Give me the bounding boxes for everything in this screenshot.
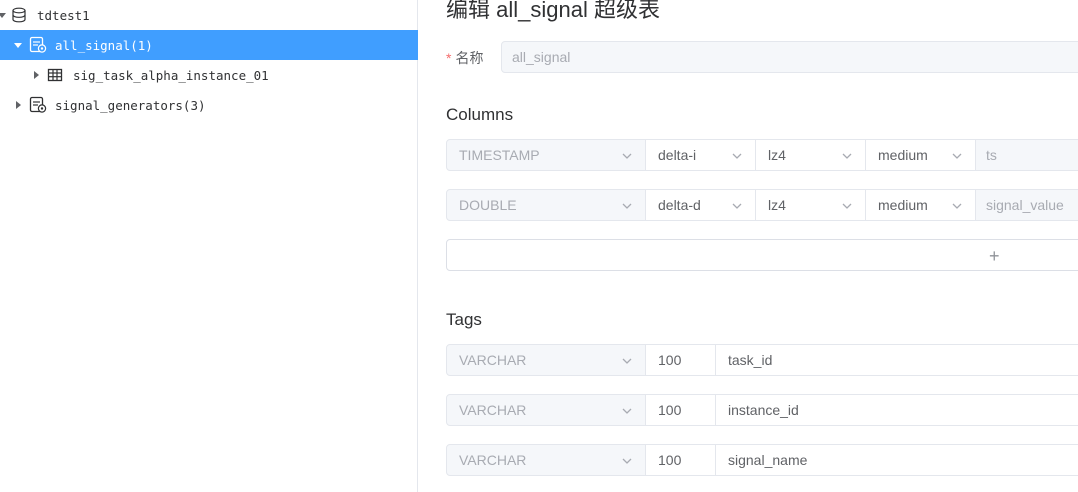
expand-arrow-icon[interactable] — [13, 100, 23, 110]
name-input[interactable]: all_signal — [501, 41, 1078, 73]
chevron-down-icon — [952, 153, 962, 159]
page-title: 编辑 all_signal 超级表 — [446, 0, 660, 22]
name-label-text: 名称 — [455, 50, 484, 66]
column-compress-select[interactable]: lz4 — [755, 189, 866, 221]
chevron-down-icon — [622, 458, 632, 464]
column-type-value: TIMESTAMP — [459, 147, 540, 163]
tag-name-input[interactable]: instance_id — [715, 394, 1078, 426]
column-encode-select[interactable]: delta-d — [645, 189, 756, 221]
column-type-select[interactable]: TIMESTAMP — [446, 139, 646, 171]
tag-type-value: VARCHAR — [459, 452, 527, 468]
tag-name-input[interactable]: signal_name — [715, 444, 1078, 476]
tree-node-label: sig_task_alpha_instance_01 — [73, 67, 269, 83]
column-compress-select[interactable]: lz4 — [755, 139, 866, 171]
tags-heading: Tags — [446, 310, 482, 329]
tag-type-select[interactable]: VARCHAR — [446, 394, 646, 426]
supertable-icon — [29, 36, 47, 54]
tree-node-stable-all-signal[interactable]: all_signal(1) — [0, 30, 418, 60]
database-icon — [11, 6, 29, 24]
tree-node-label: signal_generators(3) — [55, 97, 206, 113]
chevron-down-icon — [842, 153, 852, 159]
tree-node-label: tdtest1 — [37, 7, 90, 23]
expand-arrow-icon[interactable] — [0, 10, 7, 20]
tag-type-select[interactable]: VARCHAR — [446, 344, 646, 376]
chevron-down-icon — [622, 358, 632, 364]
add-column-button[interactable]: + — [446, 239, 1078, 271]
plus-icon: + — [989, 246, 1000, 266]
column-name-input[interactable]: signal_value — [975, 189, 1078, 221]
column-encode-value: delta-i — [658, 147, 697, 163]
chevron-down-icon — [622, 203, 632, 209]
collapse-arrow-icon[interactable] — [13, 40, 23, 50]
tag-length-input[interactable]: 100 — [645, 344, 716, 376]
chevron-down-icon — [732, 153, 742, 159]
tag-length-input[interactable]: 100 — [645, 444, 716, 476]
expand-arrow-icon[interactable] — [31, 70, 41, 80]
tree-node-child-table[interactable]: sig_task_alpha_instance_01 — [0, 60, 418, 90]
chevron-down-icon — [622, 408, 632, 414]
supertable-icon — [29, 96, 47, 114]
column-name-input[interactable]: ts — [975, 139, 1078, 171]
columns-heading: Columns — [446, 105, 514, 124]
column-level-value: medium — [878, 197, 928, 213]
column-compress-value: lz4 — [768, 197, 786, 213]
name-label: * 名称 — [446, 48, 483, 68]
tag-type-select[interactable]: VARCHAR — [446, 444, 646, 476]
chevron-down-icon — [622, 153, 632, 159]
required-mark: * — [446, 50, 452, 66]
column-encode-select[interactable]: delta-i — [645, 139, 756, 171]
column-compress-value: lz4 — [768, 147, 786, 163]
table-icon — [47, 66, 65, 84]
chevron-down-icon — [842, 203, 852, 209]
edit-supertable-form: 编辑 all_signal 超级表 * 名称 all_signal Columns… — [418, 0, 1078, 492]
chevron-down-icon — [732, 203, 742, 209]
column-type-select[interactable]: DOUBLE — [446, 189, 646, 221]
tag-name-input[interactable]: task_id — [715, 344, 1078, 376]
column-type-value: DOUBLE — [459, 197, 517, 213]
column-level-select[interactable]: medium — [865, 139, 976, 171]
chevron-down-icon — [952, 203, 962, 209]
column-level-value: medium — [878, 147, 928, 163]
tag-type-value: VARCHAR — [459, 402, 527, 418]
tag-type-value: VARCHAR — [459, 352, 527, 368]
column-encode-value: delta-d — [658, 197, 701, 213]
tree-node-label: all_signal(1) — [55, 37, 153, 53]
tree-node-database[interactable]: tdtest1 — [0, 0, 418, 30]
table-tree: tdtest1 all_signal(1) sig_task_alpha_ins… — [0, 0, 418, 492]
column-level-select[interactable]: medium — [865, 189, 976, 221]
tree-node-stable-signal-generators[interactable]: signal_generators(3) — [0, 90, 418, 120]
tag-length-input[interactable]: 100 — [645, 394, 716, 426]
